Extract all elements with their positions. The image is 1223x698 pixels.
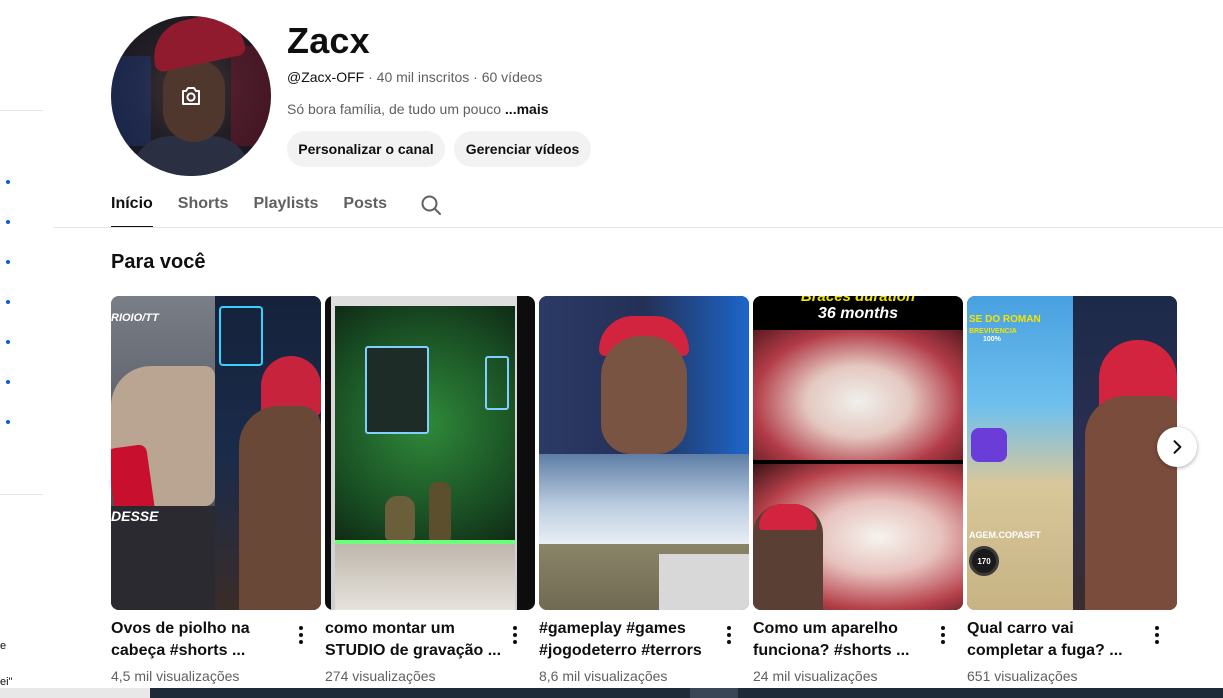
thumbnail-overlay-text: DESSE [111,508,159,524]
chevron-right-icon [1173,440,1182,454]
camera-icon [182,87,200,105]
more-vert-icon[interactable] [727,626,731,644]
thumbnail-overlay-text: BREVIVENCIA [969,328,1017,335]
sidebar-unread-dot [6,260,10,264]
short-views: 4,5 mil visualizações [111,668,240,684]
short-thumbnail[interactable] [325,296,535,610]
short-title-line: #jogodeterro #terrors [539,642,702,659]
channel-description[interactable]: Só bora família, de tudo um pouco ...mai… [287,101,549,117]
shorts-shelf: RIOIO/TT DESSE Ovos de piolho na cabeça … [111,296,1223,696]
sidebar-stray-text: ei" [0,676,13,688]
sidebar-unread-dot [6,300,10,304]
short-card[interactable]: SE DO ROMAN BREVIVENCIA 100% AGEM.COPASF… [967,296,1177,684]
thumbnail-overlay-text: 100% [983,336,1001,343]
manage-videos-button[interactable]: Gerenciar vídeos [454,131,591,167]
thumbnail-overlay-text: SE DO ROMAN [969,314,1041,325]
short-title-line: #gameplay #games [539,620,686,637]
tabs-divider [54,227,1223,228]
thumbnail-overlay-text: RIOIO/TT [111,312,159,324]
sidebar-unread-dot [6,340,10,344]
short-title-line: STUDIO de gravação ... [325,642,502,659]
channel-handle: @Zacx-OFF [287,69,365,85]
search-icon[interactable] [419,193,443,217]
tab-posts[interactable]: Posts [343,190,387,228]
short-title-line: como montar um [325,620,455,637]
short-title-line: cabeça #shorts ... [111,642,246,659]
tab-label: Playlists [253,195,319,212]
thumbnail-overlay-text: 36 months [817,305,898,322]
description-text: Só bora família, de tudo um pouco [287,101,502,117]
left-sidebar: e ei" [0,0,44,698]
subscriber-count: 40 mil inscritos [376,69,470,85]
more-vert-icon[interactable] [513,626,517,644]
channel-name: Zacx [287,20,370,61]
meta-separator: · [473,69,478,85]
channel-avatar[interactable] [111,16,271,176]
taskbar-start-area [0,688,150,698]
sidebar-unread-dot [6,420,10,424]
short-thumbnail[interactable]: SE DO ROMAN BREVIVENCIA 100% AGEM.COPASF… [967,296,1177,610]
sidebar-divider [0,494,43,495]
taskbar-app-icon[interactable] [690,688,738,698]
shelf-next-button[interactable] [1157,427,1197,467]
tab-label: Posts [343,195,387,212]
more-vert-icon[interactable] [299,626,303,644]
short-thumbnail[interactable]: RIOIO/TT DESSE [111,296,321,610]
more-vert-icon[interactable] [941,626,945,644]
os-taskbar [0,688,1223,698]
short-views: 274 visualizações [325,668,436,684]
channel-meta: @Zacx-OFF · 40 mil inscritos · 60 vídeos [287,69,542,85]
tab-shorts[interactable]: Shorts [178,190,229,228]
more-link[interactable]: ...mais [505,101,549,117]
short-card[interactable]: #gameplay #games #jogodeterro #terrors 8… [539,296,749,684]
short-views: 8,6 mil visualizações [539,668,668,684]
speed-value: 170 [977,556,991,566]
more-vert-icon[interactable] [1155,626,1159,644]
customize-channel-button[interactable]: Personalizar o canal [287,131,445,167]
short-card[interactable]: como montar um STUDIO de gravação ... 27… [325,296,535,684]
tab-label: Shorts [177,195,229,212]
short-title-line: Como um aparelho [753,620,898,637]
short-title-line: Qual carro vai [967,620,1074,637]
short-title[interactable]: Como um aparelho funciona? #shorts ... [753,618,933,662]
short-title[interactable]: #gameplay #games #jogodeterro #terrors [539,618,719,662]
meta-separator: · [368,69,373,85]
short-thumbnail[interactable]: Braces duration 36 months [753,296,963,610]
tab-playlists[interactable]: Playlists [253,190,318,228]
short-title-line: funciona? #shorts ... [753,642,910,659]
short-title[interactable]: Qual carro vai completar a fuga? ... [967,618,1147,662]
short-title-line: Ovos de piolho na [111,620,250,637]
short-title-line: completar a fuga? ... [967,642,1123,659]
short-title[interactable]: como montar um STUDIO de gravação ... [325,618,505,662]
speedometer: 170 [969,546,999,576]
section-title: Para você [111,251,206,273]
sidebar-unread-dot [6,180,10,184]
video-count: 60 vídeos [481,69,543,85]
short-card[interactable]: Braces duration 36 months Como um aparel… [753,296,963,684]
sidebar-divider [0,110,43,111]
short-views: 651 visualizações [967,668,1078,684]
thumbnail-overlay-text: Braces duration [800,296,916,305]
short-thumbnail[interactable] [539,296,749,610]
short-title[interactable]: Ovos de piolho na cabeça #shorts ... [111,618,291,662]
short-views: 24 mil visualizações [753,668,878,684]
tab-inicio[interactable]: Início [111,190,153,228]
sidebar-unread-dot [6,380,10,384]
sidebar-stray-text: e [0,640,7,652]
channel-tabs: Início Shorts Playlists Posts [111,190,412,228]
sidebar-unread-dot [6,220,10,224]
thumbnail-overlay-text: AGEM.COPASFT [969,530,1041,540]
short-card[interactable]: RIOIO/TT DESSE Ovos de piolho na cabeça … [111,296,321,684]
tab-label: Início [111,195,153,212]
